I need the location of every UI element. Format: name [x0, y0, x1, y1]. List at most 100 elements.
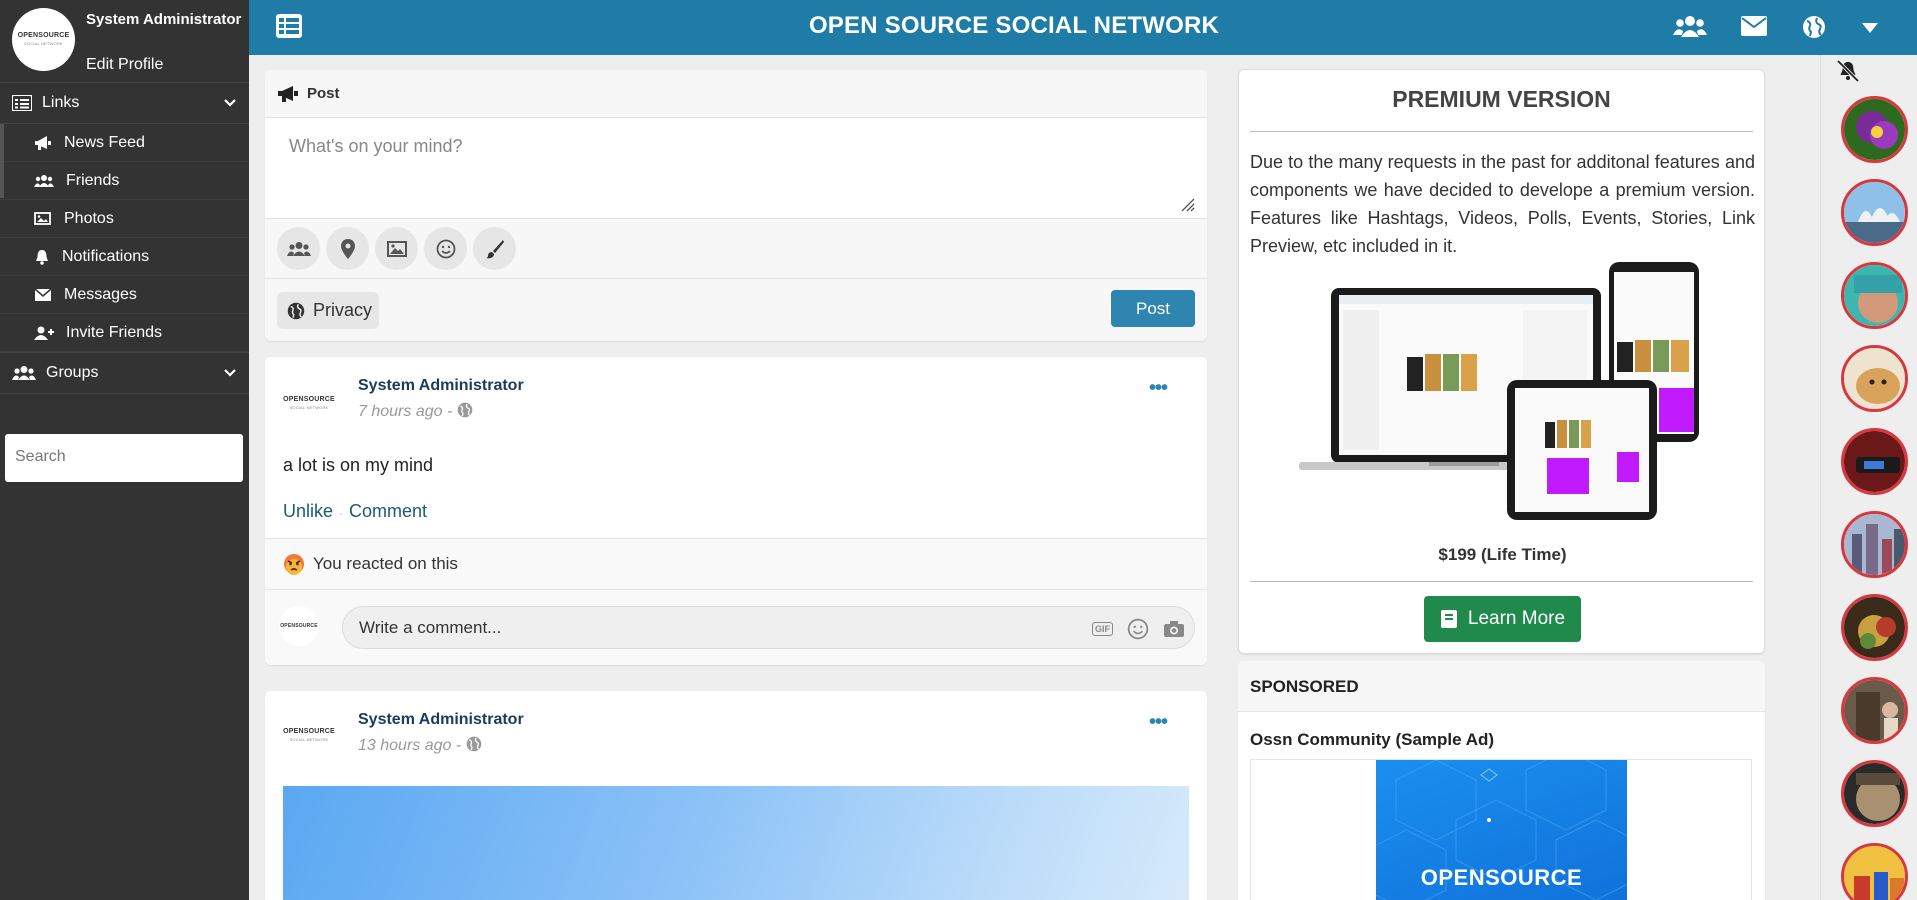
- globe-icon[interactable]: [1802, 15, 1826, 39]
- location-button[interactable]: [326, 227, 369, 270]
- sidebar-item-label: News Feed: [64, 133, 145, 151]
- post-time: 13 hours ago -: [358, 736, 482, 755]
- post-reactions: You reacted on this: [265, 538, 1207, 590]
- reaction-text: You reacted on this: [313, 554, 458, 573]
- camera-icon[interactable]: [1163, 620, 1185, 638]
- learn-more-label: Learn More: [1467, 608, 1566, 629]
- book-icon: [1440, 610, 1457, 628]
- post-author-avatar[interactable]: OPENSOURCE SOCIAL NETWORK: [279, 716, 339, 756]
- angry-reaction-icon[interactable]: [283, 553, 305, 575]
- avatar: OPENSOURCE: [279, 606, 319, 646]
- composer-tools: [265, 219, 1207, 279]
- sponsored-widget: SPONSORED Ossn Community (Sample Ad) OPE…: [1238, 661, 1765, 900]
- logo-text: OPENSOURCE: [280, 623, 318, 629]
- sidebar-item-label: Friends: [66, 171, 120, 189]
- sidebar-section-groups[interactable]: Groups: [0, 352, 249, 394]
- sidebar-item-invite-friends[interactable]: Invite Friends: [0, 314, 249, 352]
- sidebar-item-friends[interactable]: Friends: [0, 162, 249, 200]
- unlike-link[interactable]: Unlike: [283, 501, 333, 521]
- search-input[interactable]: Search: [5, 434, 243, 482]
- tag-friends-button[interactable]: [277, 227, 320, 270]
- comment-link[interactable]: Comment: [349, 501, 427, 521]
- comment-input[interactable]: Write a comment...: [342, 606, 1195, 649]
- sidebar-item-photos[interactable]: Photos: [0, 200, 249, 238]
- chevron-down-icon[interactable]: [223, 96, 237, 110]
- chat-user-avatar[interactable]: [1841, 511, 1908, 578]
- post-textarea[interactable]: What's on your mind?: [265, 118, 1207, 219]
- user-plus-icon: [34, 326, 54, 340]
- edit-profile-link[interactable]: Edit Profile: [86, 56, 163, 74]
- post-options-icon[interactable]: •••: [1149, 711, 1168, 734]
- chat-user-avatar[interactable]: [1841, 760, 1908, 827]
- premium-price: $199 (Life Time): [1438, 545, 1567, 564]
- chat-sidebar: [1820, 55, 1917, 900]
- groups-label: Groups: [46, 364, 99, 381]
- post-image[interactable]: [283, 786, 1189, 900]
- chat-user-avatar[interactable]: [1841, 594, 1908, 661]
- app-title: OPEN SOURCE SOCIAL NETWORK: [808, 12, 1220, 39]
- ad-image-frame[interactable]: OPENSOURCE: [1250, 759, 1752, 900]
- list-icon: [12, 95, 32, 111]
- post-time-text: 7 hours ago -: [358, 403, 457, 420]
- logo-text: OPENSOURCE: [17, 31, 70, 39]
- sidebar-item-notifications[interactable]: Notifications: [0, 238, 249, 276]
- premium-description: Due to the many requests in the past for…: [1250, 152, 1755, 256]
- comment-tools: GIF: [1092, 618, 1185, 640]
- globe-icon: [287, 302, 305, 319]
- feed-post: OPENSOURCE SOCIAL NETWORK System Adminis…: [265, 357, 1207, 665]
- logo-text: OPENSOURCE: [283, 728, 335, 735]
- image-icon: [34, 211, 51, 225]
- gif-icon[interactable]: GIF: [1092, 622, 1113, 636]
- post-options-icon[interactable]: •••: [1149, 377, 1168, 400]
- privacy-button[interactable]: Privacy: [277, 292, 379, 329]
- links-label: Links: [42, 94, 80, 111]
- chat-user-avatar[interactable]: [1841, 345, 1908, 412]
- avatar[interactable]: OPENSOURCE SOCIAL NETWORK: [12, 8, 75, 71]
- divider: [1250, 581, 1753, 582]
- post-time: 7 hours ago -: [358, 402, 473, 421]
- resize-handle-icon[interactable]: [1179, 196, 1195, 212]
- composer-header: Post: [265, 70, 1207, 118]
- sidebar-section-links[interactable]: Links: [0, 82, 249, 124]
- background-brush-button[interactable]: [473, 227, 516, 270]
- smile-icon: [436, 239, 455, 258]
- post-time-text: 13 hours ago -: [358, 737, 466, 754]
- chat-user-avatar[interactable]: [1841, 677, 1908, 744]
- ad-image[interactable]: OPENSOURCE: [1376, 760, 1627, 900]
- bell-icon: [36, 249, 48, 265]
- post-author[interactable]: System Administrator: [358, 377, 524, 395]
- sidebar: OPENSOURCE SOCIAL NETWORK System Adminis…: [0, 0, 249, 900]
- smile-icon[interactable]: [1127, 618, 1149, 640]
- ad-title[interactable]: Ossn Community (Sample Ad): [1250, 730, 1494, 750]
- friends-requests-icon[interactable]: [1673, 15, 1707, 37]
- chevron-down-icon[interactable]: [223, 366, 237, 380]
- bell-slash-icon[interactable]: [1835, 60, 1861, 82]
- sidebar-item-messages[interactable]: Messages: [0, 276, 249, 314]
- image-icon: [386, 240, 407, 257]
- messages-icon[interactable]: [1741, 16, 1767, 36]
- premium-title: PREMIUM VERSION: [1392, 86, 1611, 112]
- photo-button[interactable]: [375, 227, 418, 270]
- post-author-avatar[interactable]: OPENSOURCE SOCIAL NETWORK: [279, 384, 339, 424]
- sidebar-item-label: Messages: [64, 285, 137, 303]
- chat-user-avatar[interactable]: [1841, 179, 1908, 246]
- emoji-button[interactable]: [424, 227, 467, 270]
- post-author[interactable]: System Administrator: [358, 711, 524, 729]
- post-button[interactable]: Post: [1111, 290, 1195, 327]
- chat-user-avatar[interactable]: [1841, 262, 1908, 329]
- logo-sub-text: SOCIAL NETWORK: [289, 737, 329, 742]
- chat-user-avatar[interactable]: [1841, 843, 1908, 900]
- ad-brand-text: OPENSOURCE: [1420, 865, 1583, 890]
- user-name[interactable]: System Administrator: [86, 8, 246, 32]
- post-composer: Post What's on your mind? Privacy Post: [265, 70, 1207, 341]
- chat-user-avatar[interactable]: [1841, 428, 1908, 495]
- chat-user-avatar[interactable]: [1841, 96, 1908, 163]
- sponsored-header: SPONSORED: [1238, 661, 1765, 712]
- learn-more-button[interactable]: Learn More: [1424, 596, 1581, 642]
- globe-icon: [466, 736, 481, 752]
- separator-dot: ·: [339, 506, 344, 520]
- caret-down-icon[interactable]: [1862, 23, 1878, 33]
- sidebar-item-news-feed[interactable]: News Feed: [0, 124, 249, 162]
- sidebar-user: OPENSOURCE SOCIAL NETWORK System Adminis…: [0, 0, 249, 82]
- composer-title: Post: [307, 85, 340, 102]
